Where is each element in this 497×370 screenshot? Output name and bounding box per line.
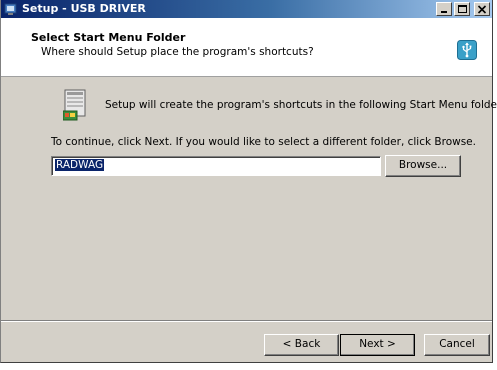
window-controls [436,2,490,16]
window-title: Setup - USB DRIVER [22,2,146,15]
start-menu-folder-icon [62,89,91,121]
back-button[interactable]: < Back [264,334,339,356]
title-bar[interactable]: Setup - USB DRIVER [1,0,492,18]
setup-window: Setup - USB DRIVER Select Start Menu Fol… [0,0,497,363]
page-title: Select Start Menu Folder [31,31,186,44]
close-icon[interactable] [474,2,490,16]
next-button[interactable]: Next > [340,334,415,356]
maximize-icon[interactable] [454,2,470,16]
usb-icon [457,40,477,60]
wizard-header: Select Start Menu Folder Where should Se… [1,18,492,77]
minimize-icon[interactable] [436,2,452,16]
start-menu-folder-input[interactable]: RADWAG [51,156,381,176]
browse-button[interactable]: Browse... [385,155,461,177]
setup-icon [4,2,18,16]
info-text: Setup will create the program's shortcut… [105,99,497,111]
page-subtitle: Where should Setup place the program's s… [41,46,314,58]
instruction-text: To continue, click Next. If you would li… [51,136,476,148]
cancel-button[interactable]: Cancel [424,334,490,356]
folder-value: RADWAG [55,159,105,171]
footer-separator [1,320,492,322]
